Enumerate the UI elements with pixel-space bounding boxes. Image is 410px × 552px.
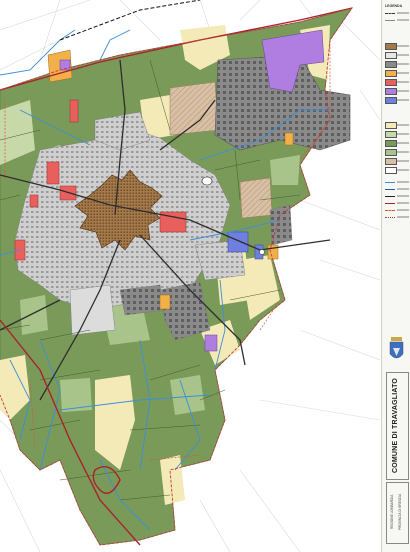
legend-swatch-public <box>385 97 397 104</box>
railway <box>59 0 201 41</box>
legend-swatch-historic <box>385 43 397 50</box>
municipal-coat-of-arms <box>389 337 404 359</box>
legend-line-thin <box>385 20 395 21</box>
legend-text-line <box>397 99 409 101</box>
legend-line-dotted <box>385 217 395 218</box>
legend-line-road <box>385 196 395 197</box>
legend-line-secondary <box>385 210 395 211</box>
legend-swatch-park <box>385 122 397 129</box>
legend-swatch-white <box>385 167 397 174</box>
legend-swatch-agricultural-light <box>385 131 397 138</box>
legend-line-canal <box>385 182 395 183</box>
junction-marker <box>259 249 265 255</box>
legend-swatch-productive <box>385 70 397 77</box>
zoning-map <box>0 0 380 552</box>
legend-text-line <box>397 19 409 21</box>
legend-text-line <box>397 90 409 92</box>
municipality-name: COMUNE DI TRAVAGLIATO <box>392 377 399 473</box>
legend-text-line <box>397 216 409 218</box>
legend-text-line <box>397 209 409 211</box>
legend-text-line <box>397 72 409 74</box>
legend-text-line <box>397 188 409 190</box>
legend-text-line <box>397 133 409 135</box>
legend-swatch-hatched <box>385 158 397 165</box>
legend-text-line <box>397 195 409 197</box>
legend-text-line <box>397 124 409 126</box>
province-name: PROVINCIA DI BRESCIA <box>398 493 402 530</box>
legend-text-line <box>397 181 409 183</box>
legend-text-line <box>397 169 409 171</box>
legend-line-canal-dark <box>385 189 395 190</box>
legend-swatch-industrial <box>385 61 397 68</box>
legend-text-line <box>397 12 409 14</box>
legend-swatch-services <box>385 79 397 86</box>
legend-text-line <box>397 142 409 144</box>
legend-text-line <box>397 160 409 162</box>
region-name: REGIONE LOMBARDIA <box>390 494 394 529</box>
legend-title: LEGENDA <box>385 4 403 8</box>
legend-swatch-agricultural <box>385 140 397 147</box>
legend-text-line <box>397 63 409 65</box>
legend-swatch-residential <box>385 52 397 59</box>
legend-text-line <box>397 54 409 56</box>
legend-line-highway <box>385 203 395 204</box>
legend-text-line <box>397 81 409 83</box>
legend-text-line <box>397 202 409 204</box>
legend-text-line <box>397 151 409 153</box>
legend-text-line <box>397 45 409 47</box>
legend-swatch-commercial <box>385 88 397 95</box>
roundabout-marker <box>201 176 213 186</box>
legend-swatch-agricultural-green <box>385 149 397 156</box>
legend-line-boundary <box>385 13 395 14</box>
